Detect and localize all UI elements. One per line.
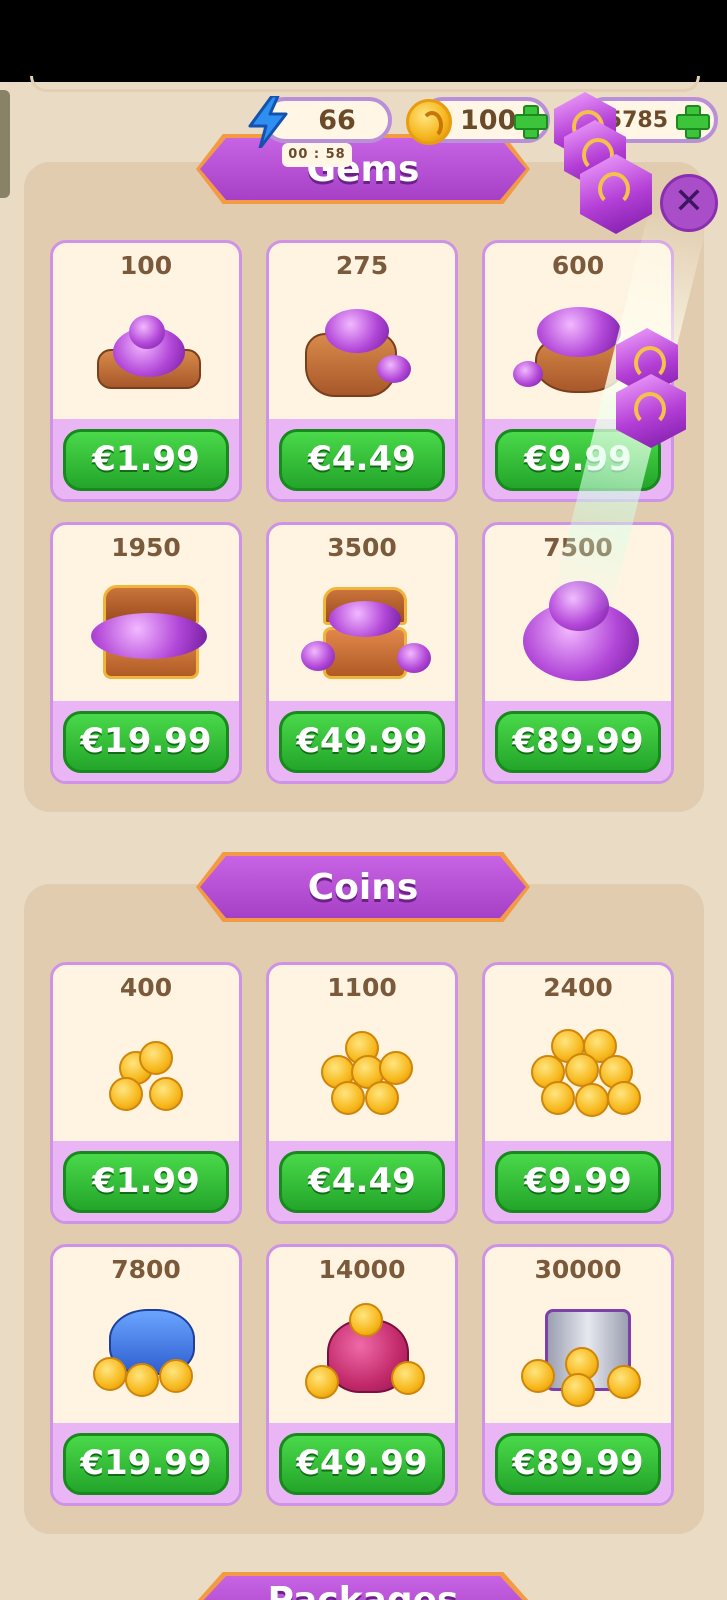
gem-offer-card[interactable]: 1950 €19.99 [50,522,242,784]
coin-icon [406,99,452,145]
offer-amount: 7800 [111,1255,181,1284]
coins-section-banner: Coins [196,852,530,922]
offer-amount: 14000 [318,1255,406,1284]
packages-section-title: Packages [200,1576,526,1600]
lightning-bolt-icon [248,96,288,148]
buy-button[interactable]: €89.99 [495,1433,661,1495]
buy-button[interactable]: €49.99 [279,711,445,773]
coin-offer-card[interactable]: 7800 €19.99 [50,1244,242,1506]
previous-panel-edge [30,76,700,92]
coin-offer-card[interactable]: 2400 €9.99 [482,962,674,1224]
offer-amount: 275 [335,251,389,280]
packages-section-banner: Packages [196,1572,530,1600]
side-handle[interactable] [0,90,10,198]
coin-pile-large-icon [521,1021,641,1131]
coin-offer-card[interactable]: 14000 €49.99 [266,1244,458,1506]
coin-safe-icon [521,1303,641,1413]
add-gems-plus-icon[interactable] [674,103,710,139]
gem-offer-card[interactable]: 100 €1.99 [50,240,242,502]
buy-button[interactable]: €19.99 [63,711,229,773]
offer-amount: 100 [119,251,173,280]
buy-button[interactable]: €49.99 [279,1433,445,1495]
buy-button[interactable]: €1.99 [63,429,229,491]
offer-amount: 400 [119,973,173,1002]
buy-button[interactable]: €89.99 [495,711,661,773]
close-icon[interactable]: ✕ [660,174,718,232]
offer-amount: 2400 [543,973,613,1002]
gem-offer-card[interactable]: 275 €4.49 [266,240,458,502]
coin-offer-card[interactable]: 400 €1.99 [50,962,242,1224]
gem-chest-icon [301,581,431,691]
add-coins-plus-icon[interactable] [512,103,548,139]
coin-offer-card[interactable]: 30000 €89.99 [482,1244,674,1506]
offer-amount: 3500 [327,533,397,562]
coin-pile-medium-icon [305,1021,425,1131]
gem-value: 5785 [606,107,668,133]
buy-button[interactable]: €1.99 [63,1151,229,1213]
energy-value: 66 [318,104,356,136]
buy-button[interactable]: €4.49 [279,1151,445,1213]
gem-suitcase-icon [89,581,209,691]
gem-purse-icon [305,299,425,409]
gem-offer-card[interactable]: 3500 €49.99 [266,522,458,784]
buy-button[interactable]: €9.99 [495,1151,661,1213]
coin-stack-small-icon [89,1021,209,1131]
coin-offer-card[interactable]: 1100 €4.49 [266,962,458,1224]
offer-amount: 1100 [327,973,397,1002]
coins-section-title: Coins [200,856,526,918]
buy-button[interactable]: €19.99 [63,1433,229,1495]
coin-value: 100 [460,104,517,136]
status-bar [0,0,727,82]
buy-button[interactable]: €4.49 [279,429,445,491]
offer-amount: 1950 [111,533,181,562]
gem-cushion-icon [89,299,209,409]
energy-timer: 00 : 58 [282,143,352,167]
offer-amount: 30000 [534,1255,622,1284]
coin-red-sack-icon [305,1303,425,1413]
coin-blue-pouch-icon [89,1303,209,1413]
